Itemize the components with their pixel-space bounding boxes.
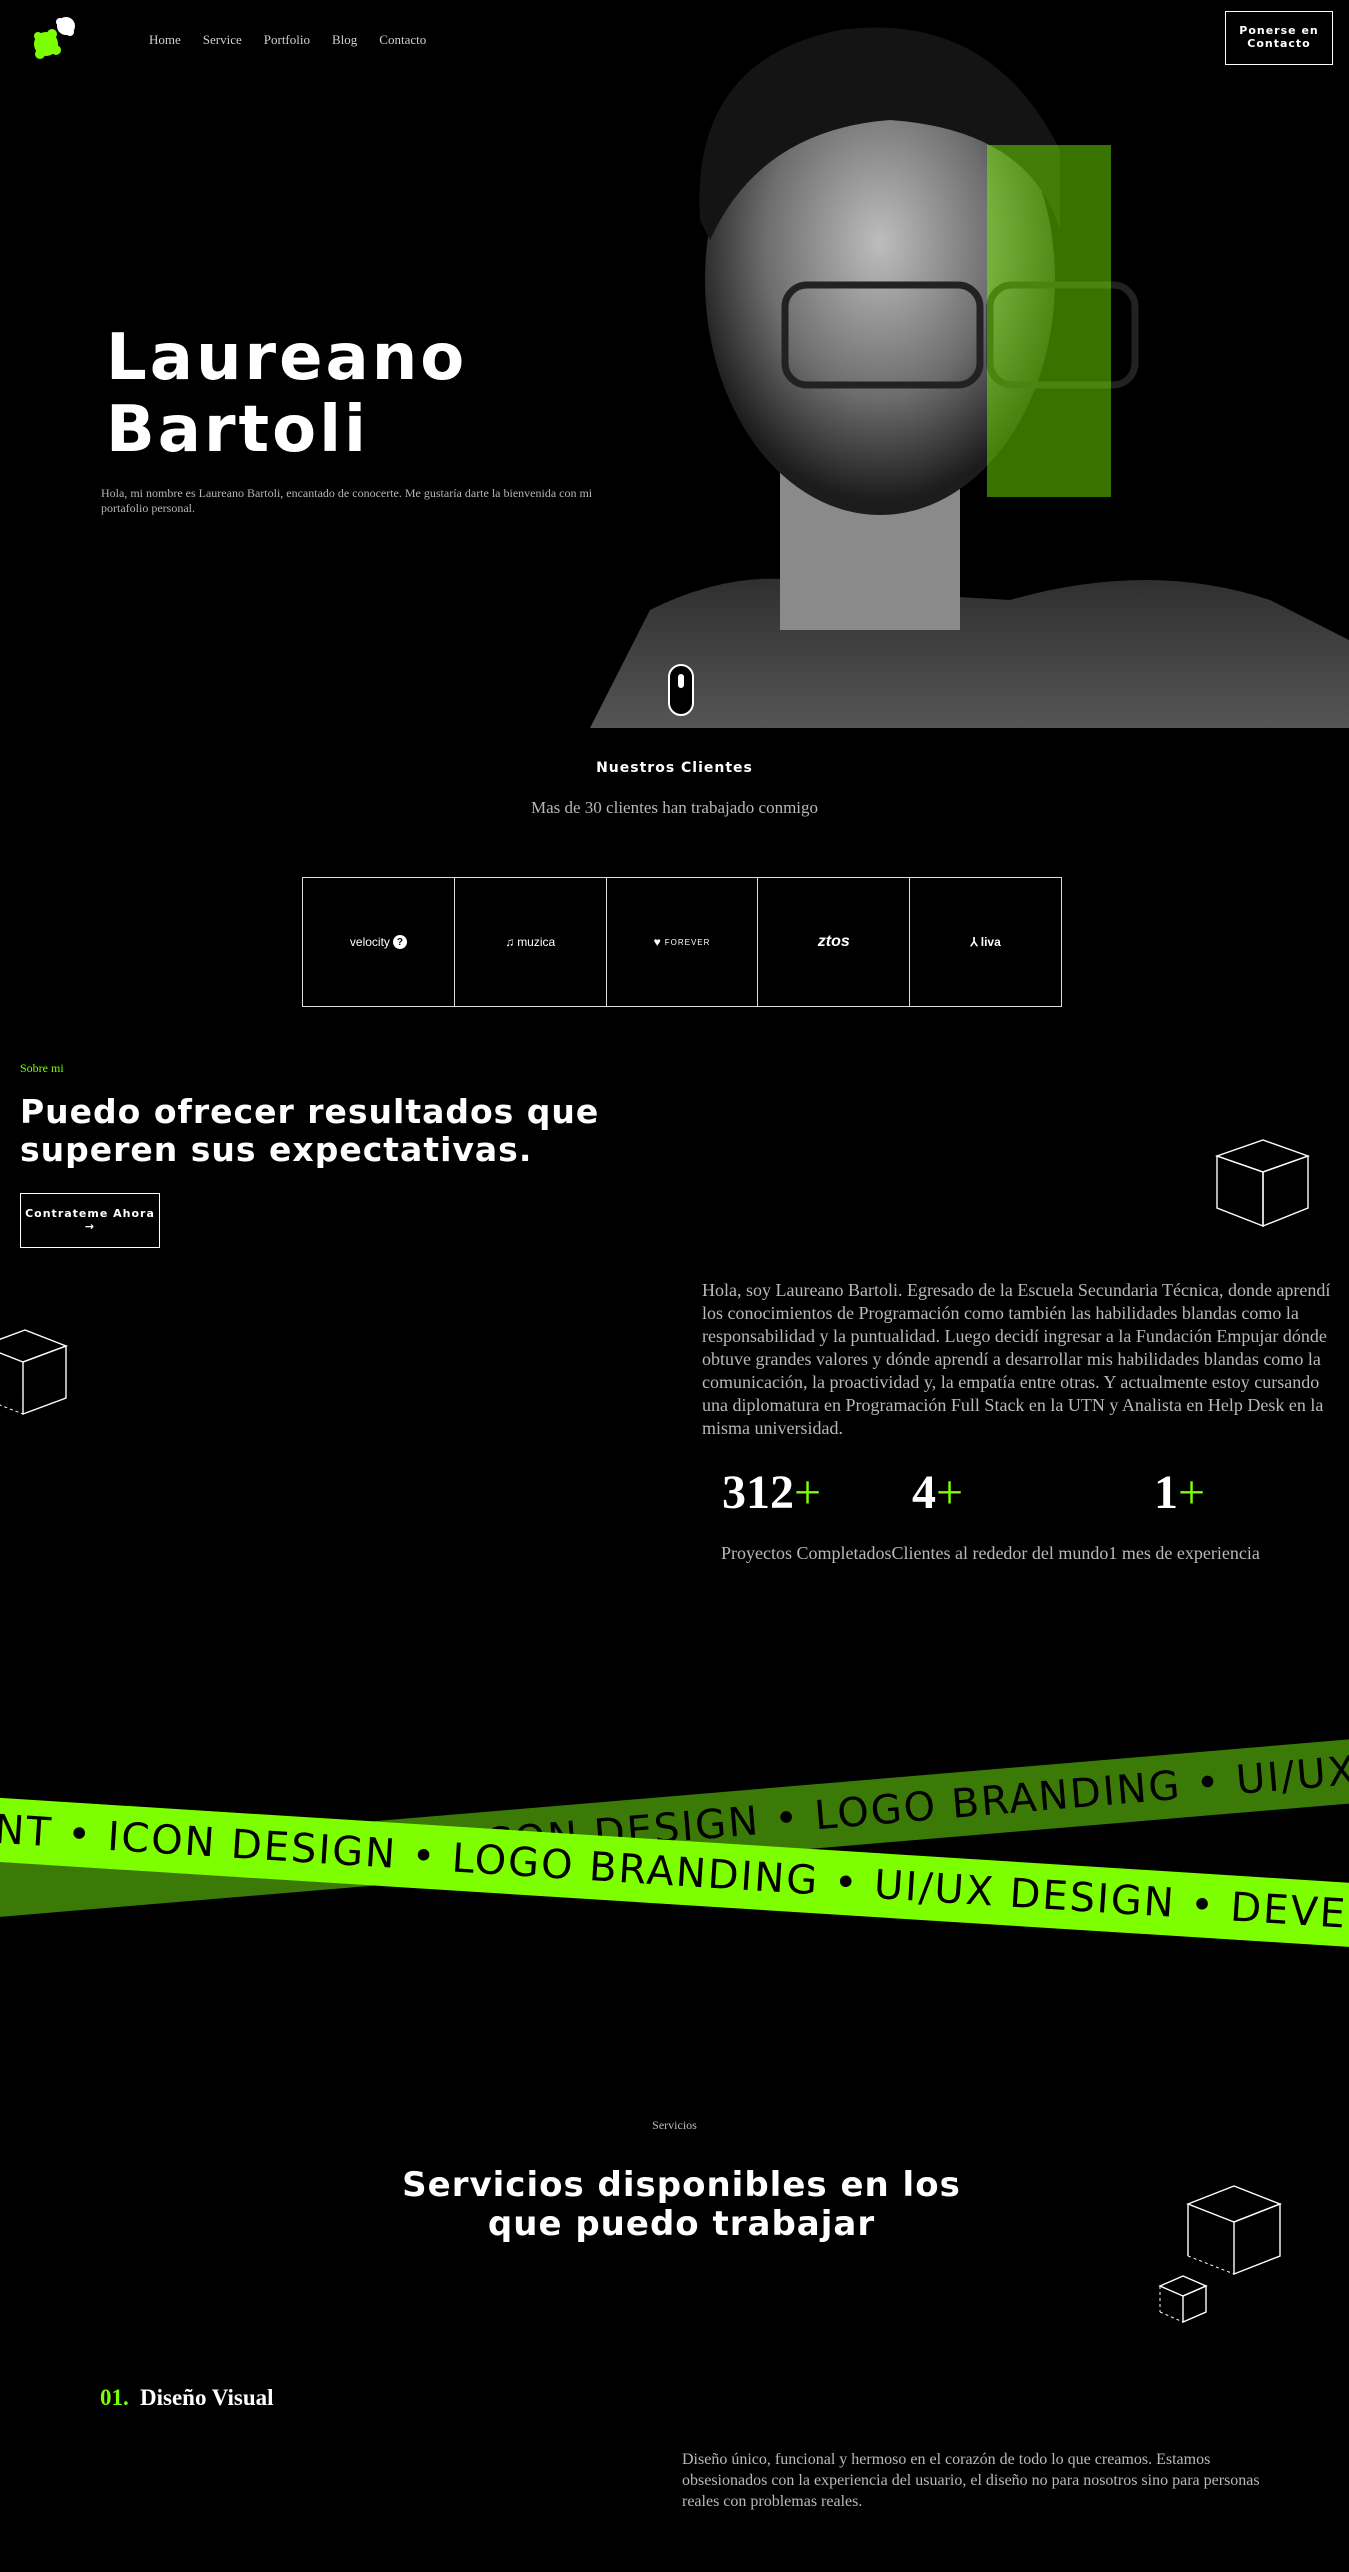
client-logo-label: liva [980,935,1001,949]
about-kicker: Sobre mi [20,1061,64,1075]
services-title: Servicios disponibles en los que puedo t… [0,2166,1349,2244]
client-logo-liva[interactable]: ⅄ liva [910,878,1061,1006]
about-text: Hola, soy Laureano Bartoli. Egresado de … [702,1280,1331,1438]
music-note-icon: ♫ [505,935,515,949]
stat-plus: + [1178,1466,1206,1519]
nav-contacto[interactable]: Contacto [379,32,426,48]
hire-button[interactable]: Contrateme Ahora → [20,1193,160,1248]
client-logo-ztos[interactable]: ztos [758,878,911,1006]
client-logo-muzica[interactable]: ♫ muzica [455,878,607,1006]
cube-icon [1214,1138,1311,1233]
stat-value: 1 [1154,1466,1178,1519]
clients-subtitle: Mas de 30 clientes han trabajado conmigo [530,798,819,817]
hero-title: Laureano Bartoli [106,322,467,466]
hero-title-line1: Laureano [106,321,468,395]
service-number: 01. [100,2385,129,2410]
stat-projects: 312+ [722,1465,821,1520]
nav-service[interactable]: Service [203,32,242,48]
stat-labels: Proyectos CompletadosClientes al rededor… [721,1543,1260,1563]
client-logo-label: FOREVER [664,937,711,947]
velocity-icon: ? [392,935,407,949]
main-nav: Home Service Portfolio Blog Contacto [149,32,426,48]
client-logo-forever[interactable]: ♥ FOREVER [607,878,759,1006]
stat-value: 4 [912,1466,936,1519]
services-kicker: Servicios [652,2118,697,2132]
client-logo-label: ztos [817,933,850,950]
hero-subtitle: Hola, mi nombre es Laureano Bartoli, enc… [101,486,593,515]
service-description: Diseño único, funcional y hermoso en el … [682,2451,1260,2510]
cube-icon [0,1328,70,1421]
hero-title-line2: Bartoli [106,393,369,467]
nav-portfolio[interactable]: Portfolio [264,32,310,48]
scroll-mouse-icon[interactable] [668,664,694,716]
stat-value: 312 [722,1466,794,1519]
service-name: Diseño Visual [140,2385,274,2410]
client-logo-label: velocity [349,935,390,949]
client-logo-label: muzica [517,935,556,949]
nav-home[interactable]: Home [149,32,181,48]
stat-experience: 1+ [1154,1465,1205,1520]
hero-portrait [590,0,1349,728]
stat-clients: 4+ [912,1465,963,1520]
heart-icon: ♥ [653,935,661,949]
logo[interactable] [30,14,82,64]
stat-plus: + [794,1466,822,1519]
stat-plus: + [936,1466,964,1519]
services-title-text: Servicios disponibles en los que puedo t… [402,2165,961,2244]
person-icon: ⅄ [970,935,978,949]
client-logo-velocity[interactable]: velocity? [303,878,455,1006]
client-logos: velocity? ♫ muzica ♥ FOREVER ztos ⅄ liva [302,877,1062,1007]
small-cube-icon [1158,2274,1208,2329]
nav-blog[interactable]: Blog [332,32,357,48]
clients-title: Nuestros Clientes [596,760,753,776]
about-title: Puedo ofrecer resultados que superen sus… [20,1092,600,1169]
cube-icon [1186,2184,1282,2281]
